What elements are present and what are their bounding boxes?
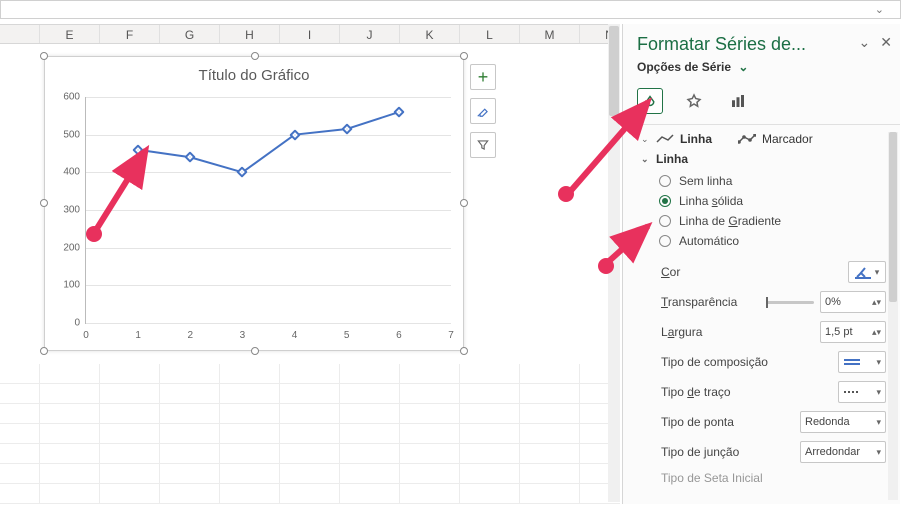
- effects-tab[interactable]: [681, 88, 707, 114]
- x-tick-label: 0: [83, 330, 89, 341]
- col-header[interactable]: E: [40, 25, 100, 43]
- formula-bar-expand-icon[interactable]: ⌄: [875, 3, 884, 16]
- selection-handle[interactable]: [251, 52, 259, 60]
- prop-width-label: Largura: [661, 325, 702, 339]
- annotation-dot-1: [86, 226, 102, 242]
- selection-handle[interactable]: [40, 199, 48, 207]
- selection-handle[interactable]: [40, 52, 48, 60]
- col-header[interactable]: J: [340, 25, 400, 43]
- prop-arrow-begin-label: Tipo de Seta Inicial: [661, 471, 763, 485]
- pane-close-icon[interactable]: ✕: [880, 34, 892, 51]
- col-header[interactable]: I: [280, 25, 340, 43]
- col-header[interactable]: K: [400, 25, 460, 43]
- prop-color-control[interactable]: ▾: [848, 261, 886, 283]
- x-tick-label: 4: [292, 330, 298, 341]
- x-tick-label: 2: [188, 330, 194, 341]
- chart-side-buttons: +: [470, 64, 498, 158]
- selection-handle[interactable]: [40, 347, 48, 355]
- prop-compound-label: Tipo de composição: [661, 355, 768, 369]
- column-headers: E F G H I J K L M N: [0, 24, 620, 44]
- prop-transparency-value[interactable]: 0%▴▾: [820, 291, 886, 313]
- y-tick-label: 400: [52, 167, 80, 178]
- x-tick-label: 5: [344, 330, 350, 341]
- prop-join-control[interactable]: Arredondar▾: [800, 441, 886, 463]
- radio-no-line[interactable]: Sem linha: [659, 171, 886, 191]
- col-header[interactable]: H: [220, 25, 280, 43]
- chart-title[interactable]: Título do Gráfico: [45, 67, 463, 84]
- prop-dash-label: Tipo de traço: [661, 385, 731, 399]
- y-tick-label: 100: [52, 280, 80, 291]
- pane-collapse-icon[interactable]: ⌄: [859, 34, 871, 51]
- col-header[interactable]: M: [520, 25, 580, 43]
- radio-gradient-line[interactable]: Linha de Gradiente: [659, 211, 886, 231]
- x-tick-label: 3: [240, 330, 246, 341]
- radio-automatic[interactable]: Automático: [659, 231, 886, 251]
- prop-transparency-slider[interactable]: [766, 301, 814, 304]
- prop-join-label: Tipo de junção: [661, 445, 739, 459]
- selection-handle[interactable]: [460, 347, 468, 355]
- prop-transparency-label: Transparência: [661, 295, 737, 309]
- selection-handle[interactable]: [460, 199, 468, 207]
- chart-styles-button[interactable]: [470, 98, 496, 124]
- series-options-dropdown[interactable]: Opções de Série ⌄: [637, 60, 748, 74]
- y-tick-label: 200: [52, 242, 80, 253]
- y-tick-label: 500: [52, 129, 80, 140]
- y-tick-label: 300: [52, 205, 80, 216]
- line-type-radios: Sem linha Linha sólida Linha de Gradient…: [637, 169, 886, 257]
- col-header[interactable]: [0, 25, 40, 43]
- chart-elements-button[interactable]: +: [470, 64, 496, 90]
- pane-title: Formatar Séries de... ⌄ ✕: [623, 24, 900, 58]
- selection-handle[interactable]: [251, 347, 259, 355]
- radio-solid-line[interactable]: Linha sólida: [659, 191, 886, 211]
- annotation-arrow-2: [558, 84, 668, 207]
- y-tick-label: 0: [52, 318, 80, 329]
- chart-filters-button[interactable]: [470, 132, 496, 158]
- annotation-dot-3: [598, 258, 614, 274]
- selection-handle[interactable]: [460, 52, 468, 60]
- prop-dash-control[interactable]: ▾: [838, 381, 886, 403]
- x-tick-label: 7: [448, 330, 454, 341]
- pane-scrollbar[interactable]: [888, 132, 898, 500]
- prop-cap-label: Tipo de ponta: [661, 415, 734, 429]
- col-header[interactable]: G: [160, 25, 220, 43]
- annotation-dot-2: [558, 186, 574, 202]
- formula-bar: ⌄: [0, 0, 901, 19]
- prop-width-value[interactable]: 1,5 pt▴▾: [820, 321, 886, 343]
- x-tick-label: 6: [396, 330, 402, 341]
- x-tick-label: 1: [135, 330, 141, 341]
- prop-color-label: Cor: [661, 265, 680, 279]
- prop-cap-control[interactable]: Redonda▾: [800, 411, 886, 433]
- marker-subtab-icon: [738, 134, 756, 144]
- col-header[interactable]: F: [100, 25, 160, 43]
- series-options-tab[interactable]: [725, 88, 751, 114]
- col-header[interactable]: L: [460, 25, 520, 43]
- line-subtab[interactable]: Linha: [680, 132, 712, 146]
- prop-compound-control[interactable]: ▾: [838, 351, 886, 373]
- y-tick-label: 600: [52, 92, 80, 103]
- marker-subtab[interactable]: Marcador: [762, 132, 813, 146]
